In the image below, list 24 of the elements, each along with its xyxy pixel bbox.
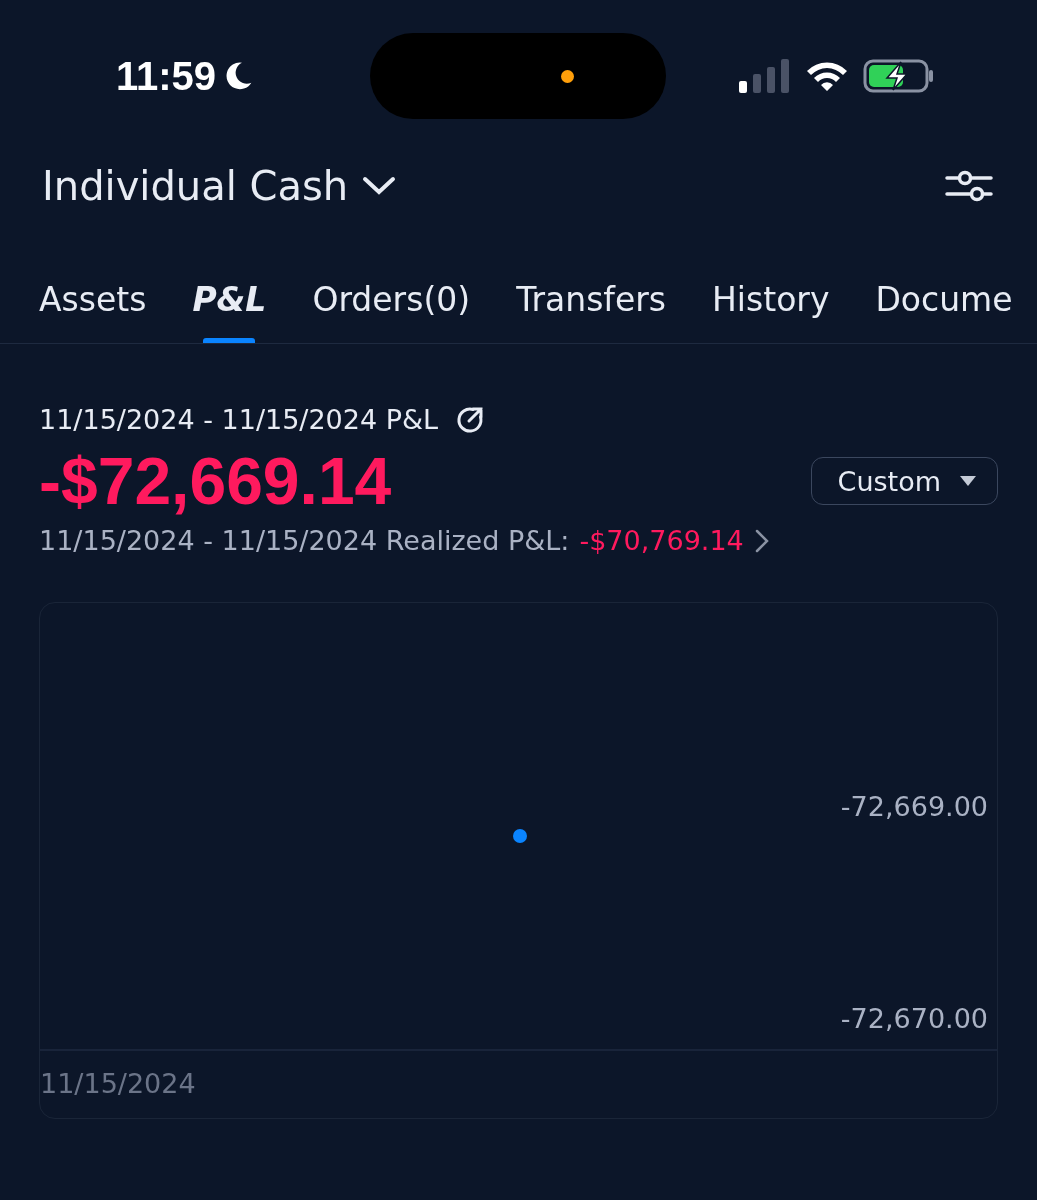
share-icon[interactable]	[456, 405, 485, 434]
chevron-down-icon	[362, 176, 397, 196]
data-point	[513, 829, 527, 844]
chevron-right-icon[interactable]	[753, 527, 770, 554]
battery-charging-icon	[862, 59, 935, 93]
tab[interactable]: Docume	[875, 266, 1013, 343]
camera-indicator-icon	[561, 70, 574, 83]
tab[interactable]: Transfers	[516, 266, 666, 343]
caret-icon	[959, 475, 977, 487]
pnl-amount: -$72,669.14	[39, 443, 392, 519]
account-selector[interactable]: Individual Cash	[42, 163, 397, 209]
tab[interactable]: P&L	[192, 266, 267, 343]
realized-label: 11/15/2024 - 11/15/2024 Realized P&L:	[39, 525, 570, 556]
tab[interactable]: Orders(0)	[312, 266, 471, 343]
tab[interactable]: History	[712, 266, 830, 343]
y-axis-label: -72,669.00	[840, 791, 988, 823]
tab[interactable]: Assets	[39, 266, 147, 343]
signal-icon	[738, 59, 791, 93]
y-axis-label: -72,670.00	[840, 1003, 988, 1035]
realized-amount: -$70,769.14	[579, 525, 744, 556]
range-dropdown[interactable]: Custom	[810, 457, 998, 505]
x-axis-label: 11/15/2024	[40, 1068, 196, 1099]
status-time: 11:59	[115, 53, 217, 99]
period-label: 11/15/2024 - 11/15/2024 P&L	[39, 404, 439, 435]
